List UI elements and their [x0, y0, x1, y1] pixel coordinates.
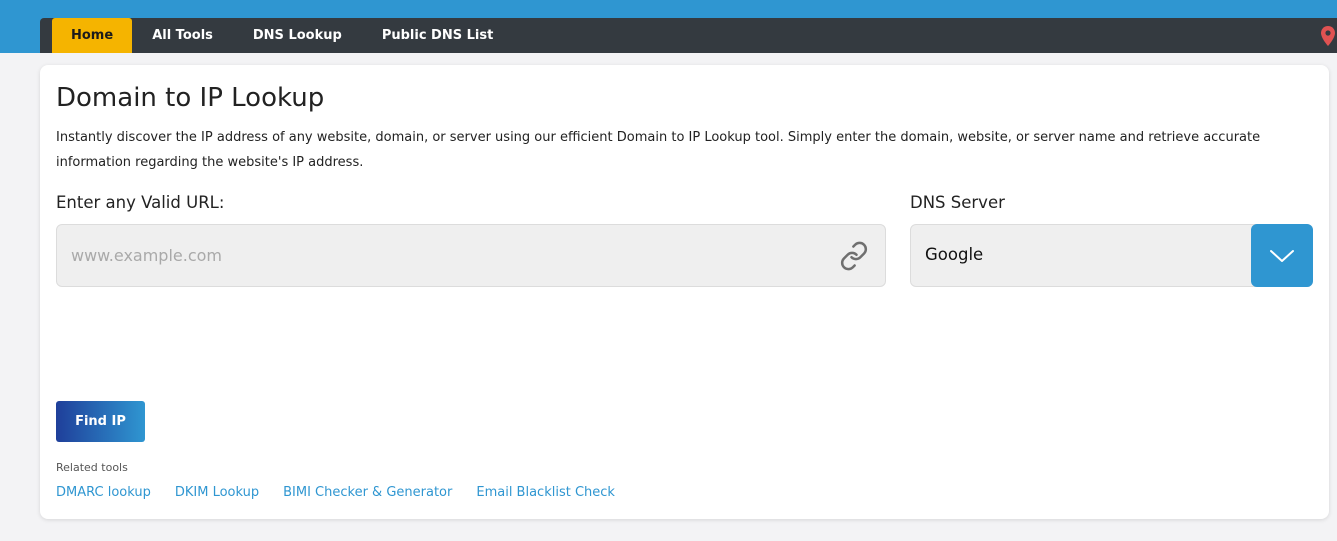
url-input[interactable]	[57, 225, 827, 286]
map-pin-icon[interactable]	[1321, 26, 1335, 46]
main-navbar: Home All Tools DNS Lookup Public DNS Lis…	[40, 18, 1337, 53]
dns-dropdown-button[interactable]	[1251, 224, 1313, 287]
dns-server-select[interactable]: Google	[910, 224, 1313, 287]
related-link-dmarc[interactable]: DMARC lookup	[56, 485, 151, 500]
dns-server-selected: Google	[925, 245, 984, 264]
related-tools-label: Related tools	[56, 461, 128, 474]
related-tools-links: DMARC lookup DKIM Lookup BIMI Checker & …	[56, 485, 615, 500]
page-title: Domain to IP Lookup	[56, 83, 325, 113]
url-input-container	[56, 224, 886, 287]
find-ip-button[interactable]: Find IP	[56, 401, 145, 442]
chevron-down-icon	[1270, 249, 1294, 262]
dns-server-label: DNS Server	[910, 193, 1005, 212]
nav-item-dns-lookup[interactable]: DNS Lookup	[233, 18, 362, 53]
link-icon	[840, 241, 868, 271]
related-link-email-blacklist[interactable]: Email Blacklist Check	[476, 485, 615, 500]
related-link-dkim[interactable]: DKIM Lookup	[175, 485, 259, 500]
nav-item-public-dns-list[interactable]: Public DNS List	[362, 18, 513, 53]
page-description: Instantly discover the IP address of any…	[56, 130, 1261, 170]
nav-item-all-tools[interactable]: All Tools	[132, 18, 233, 53]
nav-item-home[interactable]: Home	[52, 18, 133, 53]
url-field-label: Enter any Valid URL:	[56, 193, 225, 212]
lookup-card: Domain to IP Lookup Instantly discover t…	[40, 65, 1329, 519]
related-link-bimi[interactable]: BIMI Checker & Generator	[283, 485, 452, 500]
